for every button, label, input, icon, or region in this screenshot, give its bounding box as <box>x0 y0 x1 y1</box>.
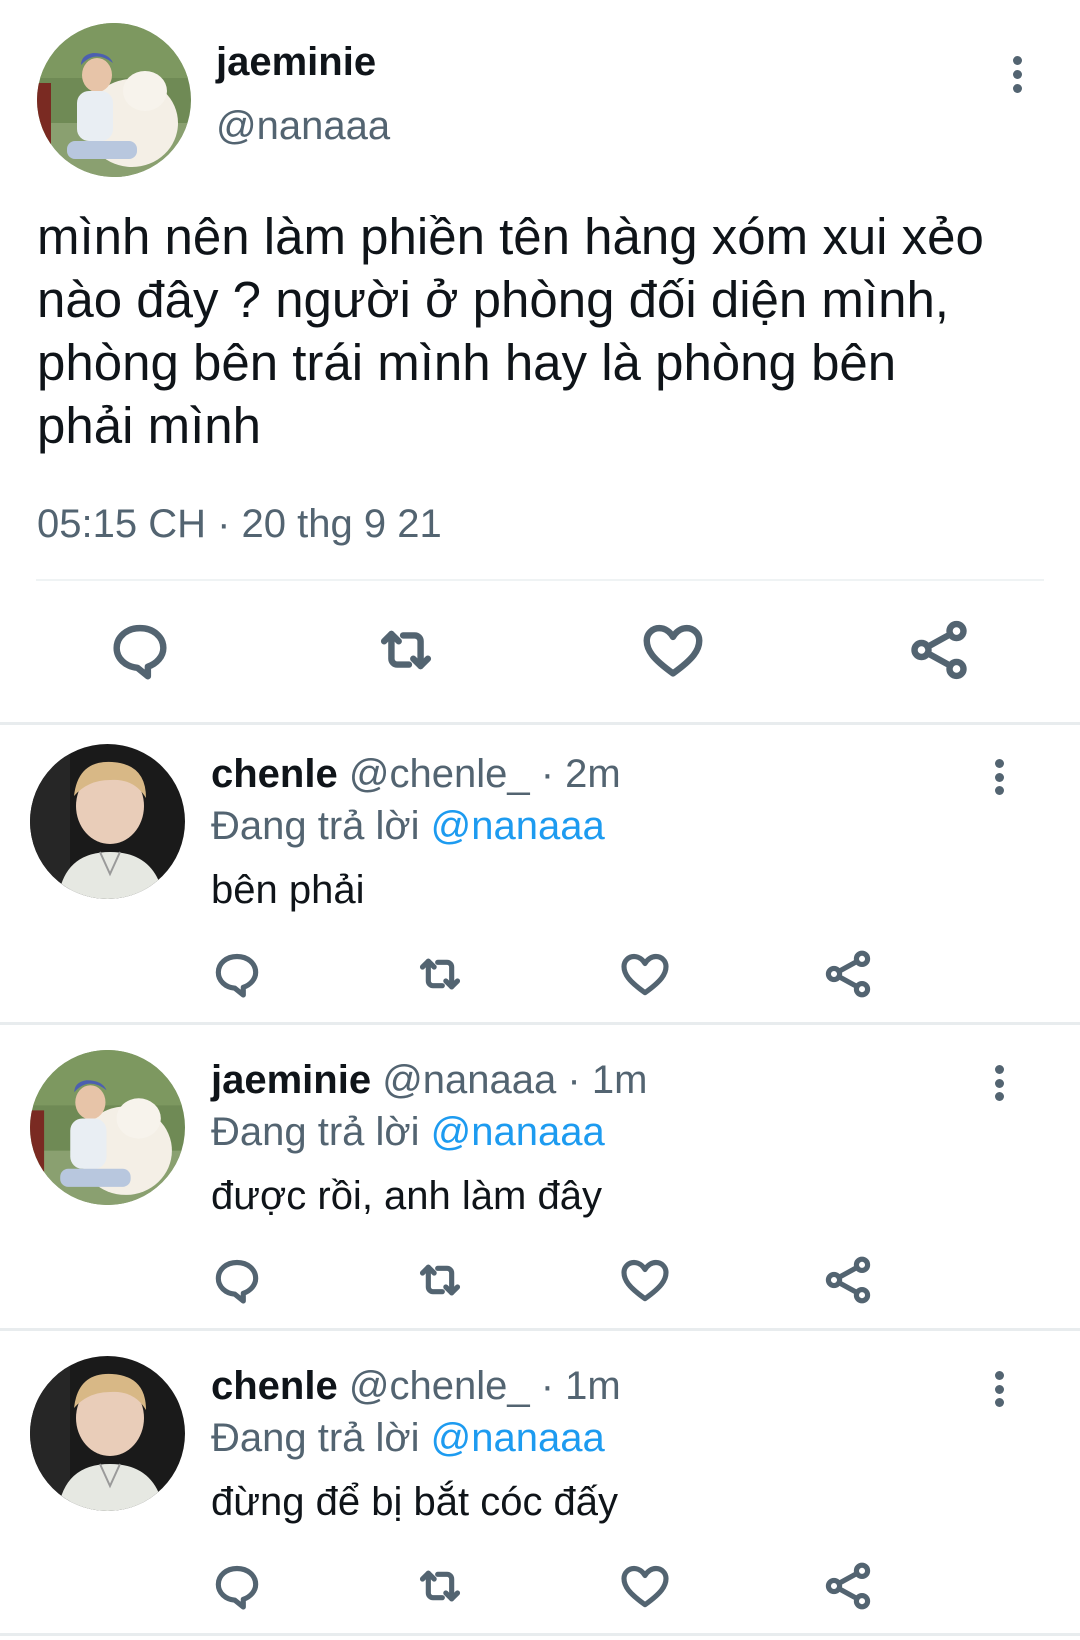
tweet-text-line: phòng bên trái mình hay là phòng bên <box>37 334 897 391</box>
author-avatar[interactable] <box>37 23 191 177</box>
share-icon[interactable] <box>820 1252 876 1308</box>
reply-action-bar <box>0 1252 1080 1308</box>
divider <box>0 722 1080 725</box>
reply-icon[interactable] <box>209 946 265 1002</box>
reply-tweet[interactable]: chenle @chenle_ · 1m Đang trả lời @nanaa… <box>0 1340 1080 1640</box>
mention-link[interactable]: @nanaaa <box>431 1110 605 1154</box>
tweet-text-line: nào đây ? người ở phòng đối diện mình, <box>37 271 949 328</box>
reply-action-bar <box>0 946 1080 1002</box>
like-icon[interactable] <box>617 1252 673 1308</box>
more-options-icon[interactable] <box>993 1371 1005 1407</box>
tweet-text-line: phải mình <box>37 397 261 454</box>
avatar-photo-icon <box>37 23 191 177</box>
share-icon[interactable] <box>820 1558 876 1614</box>
avatar-photo-icon <box>30 744 185 899</box>
avatar[interactable] <box>30 1050 185 1205</box>
reply-author-name[interactable]: chenle <box>211 1364 338 1408</box>
replying-to: Đang trả lời @nanaaa <box>211 1108 605 1156</box>
avatar-photo-icon <box>30 1356 185 1511</box>
reply-icon[interactable] <box>209 1558 265 1614</box>
reply-age: · 1m <box>556 1058 648 1102</box>
share-icon[interactable] <box>904 615 974 685</box>
tweet-action-bar <box>0 615 1080 685</box>
reply-age: · 1m <box>529 1364 621 1408</box>
reply-tweet[interactable]: chenle @chenle_ · 2m Đang trả lời @nanaa… <box>0 728 1080 1028</box>
divider <box>0 1633 1080 1636</box>
reply-icon[interactable] <box>105 615 175 685</box>
replying-label: Đang trả lời <box>211 1416 431 1460</box>
reply-text: được rồi, anh làm đây <box>211 1174 602 1218</box>
reply-author-handle[interactable]: @nanaaa <box>382 1058 556 1102</box>
like-icon[interactable] <box>638 615 708 685</box>
retweet-icon[interactable] <box>412 946 468 1002</box>
avatar[interactable] <box>30 744 185 899</box>
mention-link[interactable]: @nanaaa <box>431 1416 605 1460</box>
tweet-timestamp[interactable]: 05:15 CH · 20 thg 9 21 <box>37 500 442 548</box>
divider <box>0 1022 1080 1025</box>
retweet-icon[interactable] <box>412 1558 468 1614</box>
share-icon[interactable] <box>820 946 876 1002</box>
reply-author-handle[interactable]: @chenle_ <box>349 752 530 796</box>
reply-action-bar <box>0 1558 1080 1614</box>
reply-tweet[interactable]: jaeminie @nanaaa · 1m Đang trả lời @nana… <box>0 1034 1080 1334</box>
divider <box>36 579 1044 581</box>
reply-age: · 2m <box>529 752 621 796</box>
avatar[interactable] <box>30 1356 185 1511</box>
tweet-text: mình nên làm phiền tên hàng xóm xui xẻo … <box>37 205 1047 457</box>
divider <box>0 1328 1080 1331</box>
mention-link[interactable]: @nanaaa <box>431 804 605 848</box>
tweet-text-line: mình nên làm phiền tên hàng xóm xui xẻo <box>37 208 984 265</box>
author-handle[interactable]: @nanaaa <box>216 102 390 150</box>
reply-header: jaeminie @nanaaa · 1m <box>211 1056 647 1104</box>
reply-text: bên phải <box>211 868 365 912</box>
reply-author-name[interactable]: chenle <box>211 752 338 796</box>
reply-author-name[interactable]: jaeminie <box>211 1058 371 1102</box>
like-icon[interactable] <box>617 946 673 1002</box>
replying-label: Đang trả lời <box>211 804 431 848</box>
author-name[interactable]: jaeminie <box>216 38 376 86</box>
reply-header: chenle @chenle_ · 1m <box>211 1362 621 1410</box>
replying-to: Đang trả lời @nanaaa <box>211 1414 605 1462</box>
reply-icon[interactable] <box>209 1252 265 1308</box>
more-options-icon[interactable] <box>993 759 1005 795</box>
reply-author-handle[interactable]: @chenle_ <box>349 1364 530 1408</box>
retweet-icon[interactable] <box>412 1252 468 1308</box>
more-options-icon[interactable] <box>1011 56 1023 93</box>
avatar-photo-icon <box>30 1050 185 1205</box>
retweet-icon[interactable] <box>371 615 441 685</box>
like-icon[interactable] <box>617 1558 673 1614</box>
reply-text: đừng để bị bắt cóc đấy <box>211 1480 619 1524</box>
reply-header: chenle @chenle_ · 2m <box>211 750 621 798</box>
more-options-icon[interactable] <box>993 1065 1005 1101</box>
replying-label: Đang trả lời <box>211 1110 431 1154</box>
replying-to: Đang trả lời @nanaaa <box>211 802 605 850</box>
